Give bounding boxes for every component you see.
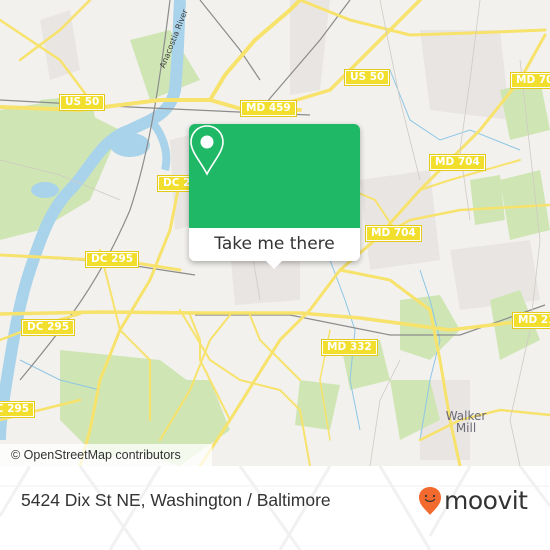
footer-bar: 5424 Dix St NE, Washington / Baltimore m… xyxy=(0,466,550,550)
take-me-there-button[interactable]: Take me there xyxy=(189,228,360,261)
road-shield-md704-north: MD 704 xyxy=(510,72,550,89)
road-shield-us50-east: US 50 xyxy=(343,69,391,86)
road-shield-md704-south: MD 704 xyxy=(429,154,486,171)
map-pin-icon xyxy=(190,125,224,176)
road-shield-dc295-mid: DC 295 xyxy=(85,251,139,268)
road-shield-dc295-west: DC 295 xyxy=(21,319,75,336)
road-shield-dc295-south: DC 295 xyxy=(0,401,35,418)
map-view[interactable]: US 50 US 50 MD 459 MD 704 MD 704 DC 295 … xyxy=(0,0,550,466)
road-shield-md704-east: MD 704 xyxy=(365,225,422,242)
road-shield-md459: MD 459 xyxy=(240,100,297,117)
road-shield-md214: MD 214 xyxy=(512,312,550,329)
moovit-pin-icon xyxy=(419,487,441,515)
moovit-logo[interactable]: moovit xyxy=(418,486,528,516)
location-popup: Take me there xyxy=(189,124,360,269)
place-label-line2: Mill xyxy=(455,421,477,435)
road-shield-us50-west: US 50 xyxy=(58,94,106,111)
place-label-walker-mill: Walker Mill xyxy=(440,410,492,434)
popup-header xyxy=(189,124,360,228)
moovit-logo-text: moovit xyxy=(444,486,528,515)
address-text: 5424 Dix St NE, Washington / Baltimore xyxy=(21,490,331,510)
map-attribution[interactable]: © OpenStreetMap contributors xyxy=(0,444,212,466)
popup-pointer xyxy=(265,260,283,269)
road-shield-md332: MD 332 xyxy=(321,339,378,356)
